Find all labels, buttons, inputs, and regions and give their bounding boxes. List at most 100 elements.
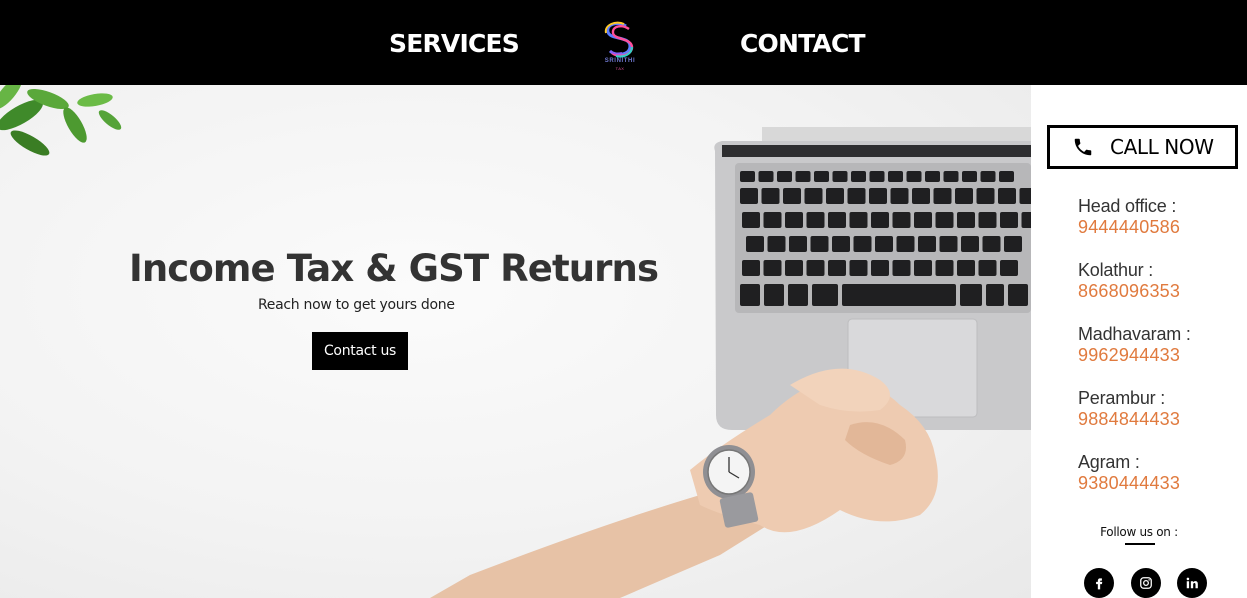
office-madhavaram: Madhavaram : 9962944433	[1078, 324, 1191, 365]
facebook-icon	[1096, 578, 1103, 590]
keyboard-key	[978, 212, 997, 228]
keyboard-key	[1000, 260, 1018, 276]
contact-sidebar: CALL NOW Head office : 9444440586 Kolath…	[1031, 85, 1247, 598]
facebook-button[interactable]	[1084, 568, 1114, 598]
office-phone-link[interactable]: 8668096353	[1078, 281, 1180, 301]
office-kolathur: Kolathur : 8668096353	[1078, 260, 1180, 301]
office-head: Head office : 9444440586	[1078, 196, 1180, 237]
office-phone-link[interactable]: 9444440586	[1078, 217, 1180, 237]
keyboard-key	[871, 212, 889, 228]
keyboard-key	[892, 260, 911, 276]
keyboard-key	[871, 260, 889, 276]
keyboard-key	[847, 188, 866, 204]
hero-subtitle: Reach now to get yours done	[258, 297, 455, 313]
keyboard-key	[828, 212, 846, 228]
keyboard-key	[925, 171, 940, 182]
office-agram: Agram : 9380444433	[1078, 452, 1180, 493]
keyboard-key	[957, 260, 975, 276]
nav-link-contact[interactable]: CONTACT	[740, 29, 866, 58]
keyboard-key	[935, 260, 954, 276]
keyboard-key	[814, 171, 829, 182]
office-name: Madhavaram :	[1078, 324, 1191, 344]
keyboard-key	[849, 212, 868, 228]
keyboard-key	[976, 188, 995, 204]
hero-banner: Income Tax & GST Returns Reach now to ge…	[0, 85, 1031, 598]
linkedin-button[interactable]	[1177, 568, 1207, 598]
keyboard-key	[1004, 236, 1022, 252]
office-phone-link[interactable]: 9884844433	[1078, 409, 1180, 429]
linkedin-icon	[1186, 577, 1198, 589]
keyboard-key	[998, 188, 1016, 204]
keyboard-key	[842, 284, 956, 306]
keyboard-key	[761, 188, 780, 204]
keyboard-key	[806, 260, 825, 276]
keyboard-key	[812, 284, 838, 306]
office-phone-link[interactable]: 9962944433	[1078, 345, 1191, 365]
keyboard-key	[869, 171, 885, 182]
logo-mark-icon	[604, 21, 634, 58]
keyboard-key	[896, 236, 915, 252]
keyboard-key	[980, 171, 996, 182]
keyboard-key	[828, 260, 846, 276]
keyboard-key	[978, 260, 997, 276]
nav-link-services[interactable]: SERVICES	[389, 29, 520, 58]
keyboard-key	[767, 236, 786, 252]
keyboard-key	[999, 171, 1014, 182]
keyboard-key	[763, 260, 782, 276]
keyboard-key	[1008, 284, 1028, 306]
site-logo[interactable]: SRINITHI TAX	[596, 20, 644, 74]
office-perambur: Perambur : 9884844433	[1078, 388, 1180, 429]
keyboard-key	[789, 236, 807, 252]
keyboard-key	[1019, 188, 1031, 204]
follow-underline	[1125, 543, 1155, 545]
keyboard-key	[740, 171, 755, 182]
keyboard-key	[832, 171, 848, 182]
office-name: Agram :	[1078, 452, 1140, 472]
keyboard-key	[849, 260, 868, 276]
keyboard-key	[1021, 212, 1031, 228]
keyboard-key	[935, 212, 954, 228]
keyboard-key	[740, 188, 758, 204]
keyboard-key	[853, 236, 872, 252]
keyboard-key	[795, 171, 811, 182]
keyboard-key	[785, 212, 803, 228]
keyboard-key	[742, 212, 760, 228]
phone-icon	[1074, 138, 1092, 156]
keyboard-key	[746, 236, 764, 252]
keyboard-key	[764, 284, 784, 306]
keyboard-key	[892, 212, 911, 228]
follow-us-label: Follow us on :	[1100, 525, 1178, 539]
keyboard-key	[869, 188, 887, 204]
keyboard-key	[914, 260, 932, 276]
keyboard-key	[783, 188, 801, 204]
office-name: Perambur :	[1078, 388, 1166, 408]
keyboard-key	[851, 171, 866, 182]
keyboard-key	[826, 188, 844, 204]
keyboard-key	[875, 236, 893, 252]
keyboard-key	[957, 212, 975, 228]
instagram-icon	[1140, 577, 1152, 589]
hands-with-watch-image	[430, 368, 938, 598]
keyboard-key	[982, 236, 1001, 252]
office-phone-link[interactable]: 9380444433	[1078, 473, 1180, 493]
instagram-button[interactable]	[1131, 568, 1161, 598]
keyboard-key	[1000, 212, 1018, 228]
keyboard-key	[986, 284, 1004, 306]
call-now-button[interactable]: CALL NOW	[1047, 125, 1238, 169]
keyboard-key	[763, 212, 782, 228]
call-now-label: CALL NOW	[1110, 135, 1214, 159]
keyboard-key	[912, 188, 930, 204]
office-name: Kolathur :	[1078, 260, 1154, 280]
contact-us-button[interactable]: Contact us	[312, 332, 408, 370]
keyboard-key	[918, 236, 936, 252]
keyboard-key	[962, 171, 977, 182]
logo-wordmark: SRINITHI	[604, 58, 636, 64]
keyboard-key	[906, 171, 922, 182]
keyboard-key	[832, 236, 850, 252]
keyboard-key	[939, 236, 958, 252]
office-name: Head office :	[1078, 196, 1177, 216]
keyboard-key	[785, 260, 803, 276]
keyboard-key	[914, 212, 932, 228]
keyboard-key	[961, 236, 979, 252]
keyboard-key	[777, 171, 792, 182]
